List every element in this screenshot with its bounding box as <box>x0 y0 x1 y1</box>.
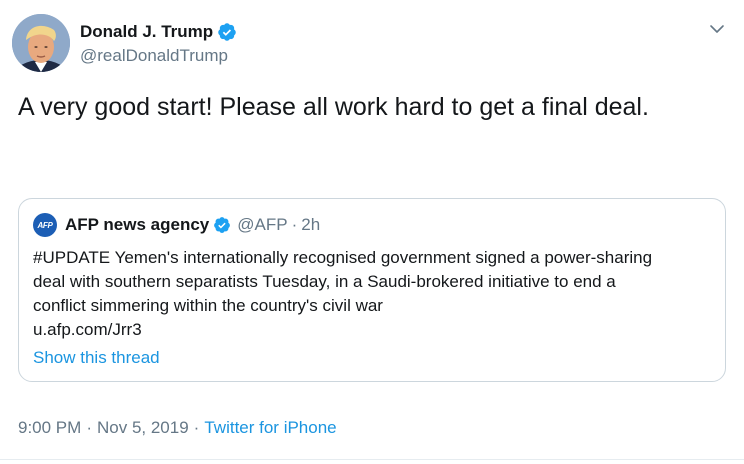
author-handle[interactable]: @realDonaldTrump <box>80 46 237 66</box>
author-name-row: Donald J. Trump <box>80 20 237 44</box>
quoted-tweet-header: AFP AFP news agency @AFP · 2h <box>33 213 320 237</box>
meta-separator: · <box>86 418 92 437</box>
verified-badge-icon <box>213 216 231 234</box>
tweet-card: Donald J. Trump @realDonaldTrump A very … <box>0 0 744 464</box>
show-thread-link[interactable]: Show this thread <box>33 348 160 368</box>
tweet-source-link[interactable]: Twitter for iPhone <box>204 418 336 438</box>
quoted-separator: · <box>291 215 298 234</box>
more-options-chevron-down-icon[interactable] <box>706 18 728 40</box>
tweet-meta: 9:00 PM · Nov 5, 2019 · Twitter for iPho… <box>18 418 337 438</box>
tweet-text: A very good start! Please all work hard … <box>18 93 649 121</box>
quoted-author-avatar[interactable]: AFP <box>33 213 57 237</box>
quoted-text-line: #UPDATE Yemen's internationally recognis… <box>33 248 653 267</box>
tweet-time[interactable]: 9:00 PM <box>18 418 81 438</box>
quoted-timestamp[interactable]: 2h <box>301 215 320 235</box>
author-block: Donald J. Trump @realDonaldTrump <box>80 20 237 66</box>
author-name[interactable]: Donald J. Trump <box>80 22 213 42</box>
avatar-portrait-icon <box>12 14 70 72</box>
tweet-date[interactable]: Nov 5, 2019 <box>97 418 189 438</box>
quoted-author-handle[interactable]: @AFP <box>237 215 287 235</box>
verified-badge-icon <box>217 22 237 42</box>
quoted-text-line: conflict simmering within the country's … <box>33 296 383 315</box>
quoted-author-name[interactable]: AFP news agency <box>65 215 209 235</box>
quoted-text-line: deal with southern separatists Tuesday, … <box>33 272 616 291</box>
quoted-link[interactable]: u.afp.com/Jrr3 <box>33 318 723 342</box>
quoted-tweet-card[interactable]: AFP AFP news agency @AFP · 2h #UPDATE Ye… <box>18 198 726 382</box>
divider <box>0 459 744 460</box>
quoted-tweet-text: #UPDATE Yemen's internationally recognis… <box>33 246 723 342</box>
meta-separator: · <box>193 418 200 437</box>
author-avatar[interactable] <box>12 14 70 72</box>
